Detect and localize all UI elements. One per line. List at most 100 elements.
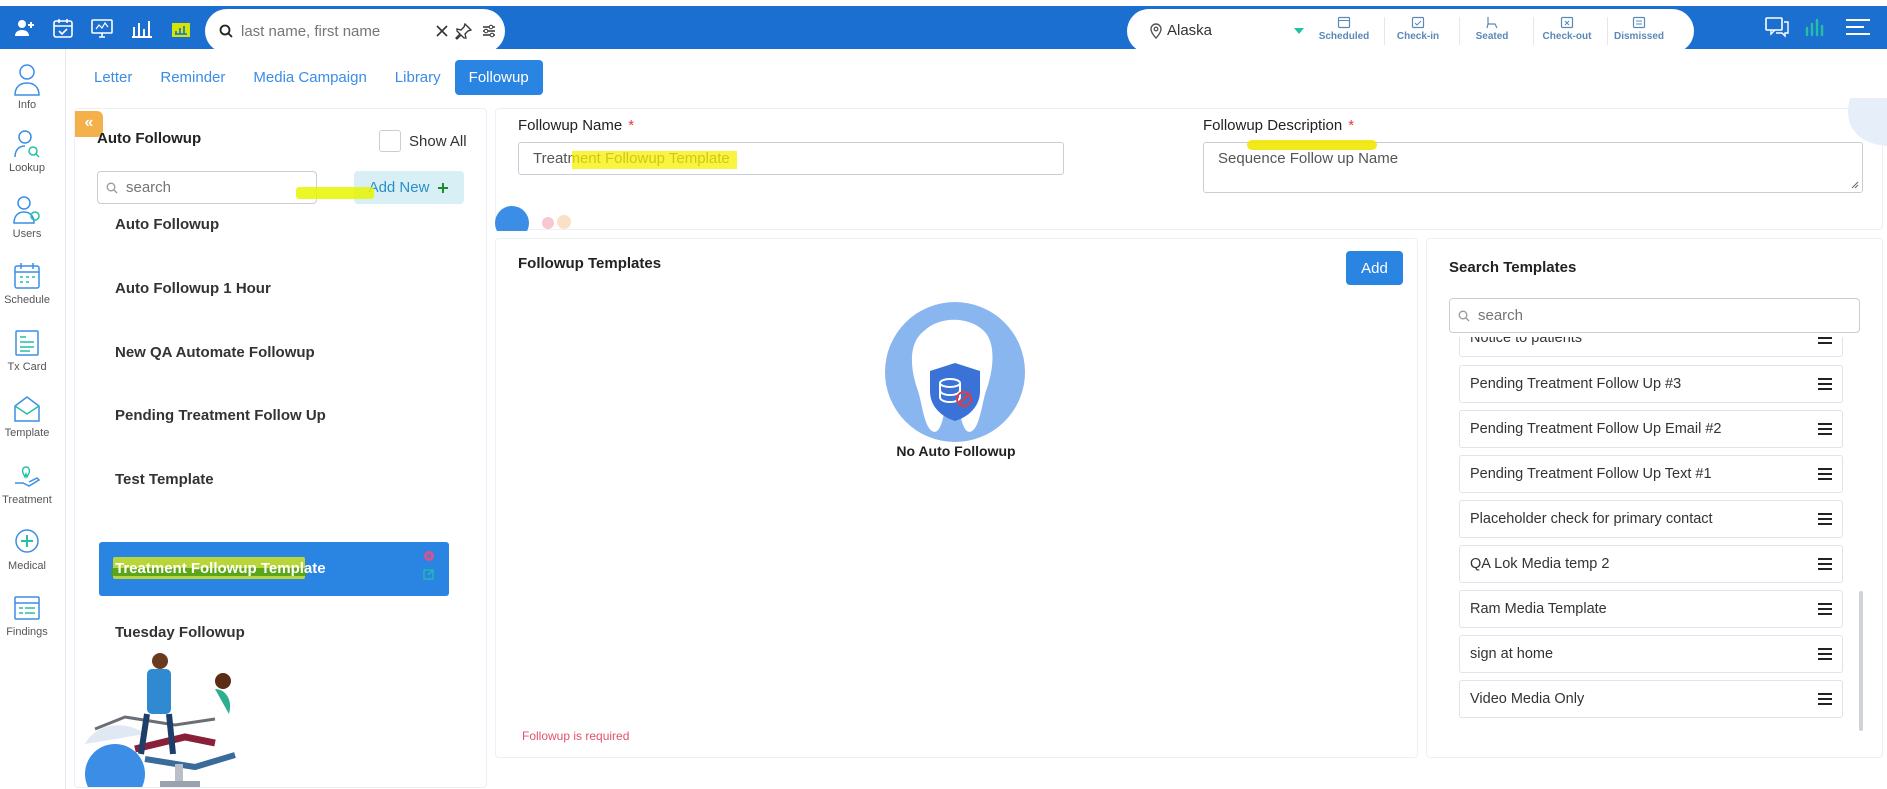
check-out-icon: [1560, 16, 1574, 29]
template-search[interactable]: [1449, 298, 1860, 333]
check-in-icon: [1411, 16, 1425, 29]
drag-handle-icon[interactable]: [1818, 337, 1832, 344]
status-scheduled[interactable]: Scheduled: [1309, 15, 1379, 42]
decorative-bubbles: [495, 206, 571, 231]
users-icon: [13, 196, 40, 224]
clear-icon[interactable]: [435, 24, 449, 38]
sidebar-item-users[interactable]: Users: [0, 195, 54, 240]
template-item[interactable]: Pending Treatment Follow Up #3: [1459, 365, 1843, 403]
sidebar-item-findings[interactable]: Findings: [0, 593, 54, 638]
tab-reminder[interactable]: Reminder: [146, 60, 239, 95]
template-item[interactable]: sign at home: [1459, 635, 1843, 673]
location-selector[interactable]: Alaska: [1149, 22, 1212, 39]
edit-icon[interactable]: [423, 568, 435, 580]
tab-letter[interactable]: Letter: [80, 60, 146, 95]
show-all-checkbox[interactable]: [379, 130, 401, 152]
pin-icon[interactable]: [455, 22, 473, 40]
sidebar-item-medical[interactable]: Medical: [0, 527, 54, 572]
scrollbar[interactable]: [1859, 591, 1863, 731]
list-item[interactable]: Auto Followup 1 Hour: [99, 262, 449, 316]
analytics-icon[interactable]: [1803, 16, 1825, 38]
drag-handle-icon[interactable]: [1818, 603, 1832, 615]
template-icon: [14, 396, 40, 422]
search-icon: [106, 182, 118, 193]
tab-followup[interactable]: Followup: [454, 60, 543, 95]
followup-search-input[interactable]: [126, 179, 306, 196]
section-title: Followup Templates: [518, 255, 662, 272]
patient-search-input[interactable]: [241, 22, 431, 40]
empty-state-tooth-icon: [885, 302, 1025, 442]
list-item[interactable]: New QA Automate Followup: [99, 326, 449, 380]
show-all-toggle[interactable]: Show All: [379, 130, 467, 152]
search-templates-panel: Search Templates Notice to patients Pend…: [1426, 238, 1883, 758]
template-item[interactable]: Notice to patients: [1459, 337, 1843, 357]
empty-state-message: No Auto Followup: [896, 443, 1016, 459]
template-item[interactable]: QA Lok Media temp 2: [1459, 545, 1843, 583]
template-search-input[interactable]: [1478, 307, 1677, 324]
template-item[interactable]: Ram Media Template: [1459, 590, 1843, 628]
followup-name-label: Followup Name *: [518, 117, 635, 134]
menu-icon[interactable]: [1844, 16, 1872, 38]
dismissed-icon: [1632, 16, 1646, 29]
sidebar-item-lookup[interactable]: Lookup: [0, 129, 54, 174]
medical-icon: [15, 529, 39, 553]
patient-search[interactable]: [205, 9, 505, 53]
validation-error: Followup is required: [522, 729, 630, 743]
list-item[interactable]: Auto Followup: [99, 198, 449, 252]
schedule-icon: [14, 263, 40, 289]
drag-handle-icon[interactable]: [1818, 423, 1832, 435]
chat-icon[interactable]: [1764, 16, 1790, 38]
list-item-selected[interactable]: Treatment Followup Template: [99, 542, 449, 596]
search-icon: [219, 24, 233, 38]
add-patient-icon[interactable]: [12, 16, 38, 40]
resize-handle-icon[interactable]: [1851, 181, 1859, 189]
status-check-out[interactable]: Check-out: [1532, 15, 1602, 42]
template-item[interactable]: Pending Treatment Follow Up Text #1: [1459, 455, 1843, 493]
search-icon: [1458, 310, 1470, 321]
drag-handle-icon[interactable]: [1818, 513, 1832, 525]
list-item[interactable]: Test Template: [99, 453, 449, 507]
add-template-button[interactable]: Add: [1346, 251, 1403, 285]
report-icon[interactable]: [168, 16, 194, 40]
drag-handle-icon[interactable]: [1818, 558, 1832, 570]
location-label: Alaska: [1167, 22, 1213, 39]
drag-handle-icon[interactable]: [1818, 648, 1832, 660]
left-sidebar: Info Lookup Users Schedule Tx Card Templ…: [0, 49, 66, 789]
panel-title: Auto Followup: [97, 130, 202, 147]
tab-bar: Letter Reminder Media Campaign Library F…: [80, 60, 543, 95]
tx-card-icon: [15, 330, 39, 356]
drag-handle-icon[interactable]: [1818, 693, 1832, 705]
status-check-in[interactable]: Check-in: [1383, 15, 1453, 42]
monitor-icon[interactable]: [89, 16, 115, 40]
bar-chart-icon[interactable]: [129, 16, 155, 40]
filter-sliders-icon[interactable]: [481, 23, 497, 39]
status-seated[interactable]: Seated: [1457, 15, 1527, 42]
sidebar-item-template[interactable]: Template: [0, 394, 54, 439]
findings-icon: [14, 596, 40, 620]
list-item[interactable]: Pending Treatment Follow Up: [99, 389, 449, 443]
sidebar-item-schedule[interactable]: Schedule: [0, 261, 54, 306]
top-bar: Alaska Scheduled Check-in Seated Check-o…: [0, 6, 1887, 53]
sidebar-item-info[interactable]: Info: [0, 62, 54, 111]
tab-library[interactable]: Library: [381, 60, 455, 95]
treatment-icon: [15, 466, 41, 487]
tab-media-campaign[interactable]: Media Campaign: [239, 60, 380, 95]
sidebar-item-tx-card[interactable]: Tx Card: [0, 328, 54, 373]
status-dismissed[interactable]: Dismissed: [1604, 15, 1674, 42]
drag-handle-icon[interactable]: [1818, 468, 1832, 480]
template-item[interactable]: Video Media Only: [1459, 680, 1843, 718]
highlight-mark: [572, 151, 737, 169]
sidebar-item-treatment[interactable]: Treatment: [0, 461, 54, 506]
calendar-icon[interactable]: [50, 16, 76, 40]
template-list: Notice to patients Pending Treatment Fol…: [1459, 337, 1848, 727]
chevron-down-icon[interactable]: [1294, 28, 1304, 34]
template-item[interactable]: Placeholder check for primary contact: [1459, 500, 1843, 538]
delete-icon[interactable]: [423, 550, 435, 562]
followup-description-label: Followup Description *: [1203, 117, 1355, 134]
template-item[interactable]: Pending Treatment Follow Up Email #2: [1459, 410, 1843, 448]
decorative-corner-shape: [1848, 98, 1887, 146]
info-person-icon: [14, 64, 40, 96]
dentist-illustration: [85, 653, 236, 787]
drag-handle-icon[interactable]: [1818, 378, 1832, 390]
lookup-icon: [14, 130, 40, 158]
